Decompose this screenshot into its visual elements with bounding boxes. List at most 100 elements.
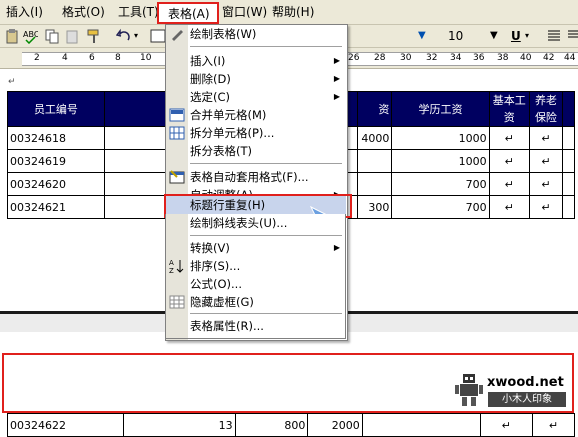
menu-item-formula[interactable]: 公式(O)... bbox=[188, 275, 346, 293]
table-cell[interactable]: ↵ bbox=[531, 413, 576, 437]
menu-item-table-properties[interactable]: 表格属性(R)... bbox=[188, 317, 346, 335]
menu-window[interactable]: 窗口(W) bbox=[222, 4, 267, 20]
table-cell[interactable]: ↵ bbox=[528, 126, 564, 150]
menu-item-merge-cells[interactable]: 合并单元格(M) bbox=[188, 106, 346, 124]
table-cell[interactable]: 1000 bbox=[391, 149, 490, 173]
svg-text:A: A bbox=[169, 259, 174, 267]
ruler-tick: 36 bbox=[473, 53, 485, 63]
menu-item-label: 转换(V) bbox=[190, 241, 230, 255]
table-cell[interactable]: ↵ bbox=[488, 172, 530, 196]
undo-dropdown-icon[interactable]: ▾ bbox=[134, 28, 138, 44]
gridlines-icon bbox=[169, 295, 185, 309]
ruler-tick: 2 bbox=[34, 53, 40, 63]
table-cell[interactable] bbox=[562, 149, 575, 173]
table-cell[interactable]: 700 bbox=[391, 195, 490, 219]
menu-item-convert[interactable]: 转换(V) ▶ bbox=[188, 239, 346, 257]
menu-format[interactable]: 格式(O) bbox=[62, 4, 105, 20]
data-table-page2: 00324622 13 800 2000 ↵ ↵ bbox=[7, 413, 576, 437]
table-cell[interactable] bbox=[361, 413, 481, 437]
format-painter-icon[interactable] bbox=[86, 28, 102, 44]
paste-disabled-icon[interactable] bbox=[64, 28, 80, 44]
align-icon[interactable] bbox=[566, 28, 578, 44]
ruler-tick: 30 bbox=[400, 53, 412, 63]
align-justify-icon[interactable] bbox=[546, 28, 562, 44]
font-size-dropdown-icon[interactable]: ▼ bbox=[490, 28, 498, 44]
watermark-title: xwood.net bbox=[487, 375, 564, 390]
table-cell[interactable] bbox=[562, 126, 575, 150]
svg-text:ABC: ABC bbox=[23, 30, 38, 39]
table-cell[interactable]: 1000 bbox=[391, 126, 490, 150]
table-cell[interactable]: ↵ bbox=[528, 149, 564, 173]
submenu-arrow-icon: ▶ bbox=[333, 92, 340, 101]
table-cell[interactable] bbox=[356, 149, 393, 173]
table-cell[interactable]: ↵ bbox=[528, 172, 564, 196]
robot-logo-icon bbox=[455, 374, 483, 406]
underline-button[interactable]: U bbox=[511, 28, 521, 44]
header-cell[interactable]: 资 bbox=[356, 91, 393, 127]
table-cell[interactable] bbox=[562, 172, 575, 196]
menu-separator bbox=[190, 46, 342, 47]
table-cell[interactable]: 00324621 bbox=[7, 195, 105, 219]
font-size-field[interactable]: 10 bbox=[448, 28, 463, 44]
table-cell[interactable]: 13 bbox=[122, 413, 236, 437]
header-cell[interactable] bbox=[562, 91, 575, 127]
table-cell[interactable]: 4000 bbox=[356, 126, 393, 150]
menu-bar: 插入(I) 格式(O) 工具(T) 表格(A) 窗口(W) 帮助(H) bbox=[0, 0, 578, 25]
menu-help[interactable]: 帮助(H) bbox=[272, 4, 314, 20]
menu-item-sort[interactable]: 排序(S)... bbox=[188, 257, 346, 275]
menu-item-label: 插入(I) bbox=[190, 54, 226, 68]
table-cell[interactable]: ↵ bbox=[479, 413, 533, 437]
table-cell[interactable]: ↵ bbox=[488, 195, 530, 219]
watermark-subtitle: 小木人印象 bbox=[488, 392, 566, 407]
menu-insert[interactable]: 插入(I) bbox=[6, 4, 43, 20]
menu-item-split-cells[interactable]: 拆分单元格(P)... bbox=[188, 124, 346, 142]
menu-separator bbox=[190, 313, 342, 314]
menu-item-hide-gridlines[interactable]: 隐藏虚框(G) bbox=[188, 293, 346, 311]
submenu-arrow-icon: ▶ bbox=[333, 56, 340, 65]
paste-icon[interactable] bbox=[4, 28, 20, 44]
table-cell[interactable] bbox=[356, 172, 393, 196]
table-cell[interactable]: ↵ bbox=[488, 149, 530, 173]
table-cell[interactable]: 300 bbox=[356, 195, 393, 219]
ruler-tick: 42 bbox=[543, 53, 555, 63]
table-cell[interactable]: 00324618 bbox=[7, 126, 105, 150]
table-row: 00324622 13 800 2000 ↵ ↵ bbox=[7, 413, 576, 437]
menu-table[interactable]: 表格(A) bbox=[157, 2, 219, 24]
ruler-tick: 8 bbox=[115, 53, 121, 63]
copy-icon[interactable] bbox=[44, 28, 60, 44]
menu-item-delete[interactable]: 删除(D) ▶ bbox=[188, 70, 346, 88]
underline-dropdown-icon[interactable]: ▾ bbox=[525, 28, 529, 44]
table-cell[interactable]: 2000 bbox=[307, 413, 363, 437]
menu-separator bbox=[190, 235, 342, 236]
header-cell[interactable]: 学历工资 bbox=[391, 91, 490, 127]
header-cell[interactable]: 养老保险 bbox=[528, 91, 564, 127]
paragraph-mark: ↵ bbox=[8, 77, 16, 87]
menu-item-select[interactable]: 选定(C) ▶ bbox=[188, 88, 346, 106]
svg-text:Z: Z bbox=[169, 267, 174, 274]
undo-icon[interactable] bbox=[116, 28, 132, 44]
menu-item-autoformat[interactable]: 表格自动套用格式(F)... bbox=[188, 168, 346, 186]
table-cell[interactable]: ↵ bbox=[488, 126, 530, 150]
header-cell[interactable]: 基本工资 bbox=[488, 91, 530, 127]
spellcheck-icon[interactable]: ABC bbox=[22, 28, 38, 44]
menu-item-split-table[interactable]: 拆分表格(T) bbox=[188, 142, 346, 160]
table-cell[interactable]: 00324619 bbox=[7, 149, 105, 173]
menu-table-label: 表格(A) bbox=[168, 7, 210, 21]
table-cell[interactable]: ↵ bbox=[528, 195, 564, 219]
table-cell[interactable]: 00324622 bbox=[7, 413, 124, 437]
menu-item-label: 选定(C) bbox=[190, 90, 231, 104]
menu-item-insert[interactable]: 插入(I) ▶ bbox=[188, 52, 346, 70]
table-cell[interactable]: 00324620 bbox=[7, 172, 105, 196]
menu-item-draw-table[interactable]: 绘制表格(W) bbox=[188, 25, 346, 43]
table-cell[interactable] bbox=[562, 195, 575, 219]
menu-item-draw-diagonal-header[interactable]: 绘制斜线表头(U)... bbox=[188, 214, 346, 232]
table-cell[interactable]: 700 bbox=[391, 172, 490, 196]
merge-cells-icon bbox=[169, 108, 185, 122]
header-cell[interactable]: 员工编号 bbox=[7, 91, 105, 127]
ruler-tick: 6 bbox=[89, 53, 95, 63]
ruler-tick: 40 bbox=[520, 53, 532, 63]
ruler-tick: 38 bbox=[497, 53, 509, 63]
table-icon[interactable] bbox=[150, 28, 166, 44]
table-cell[interactable]: 800 bbox=[234, 413, 309, 437]
menu-tools[interactable]: 工具(T) bbox=[118, 4, 159, 20]
